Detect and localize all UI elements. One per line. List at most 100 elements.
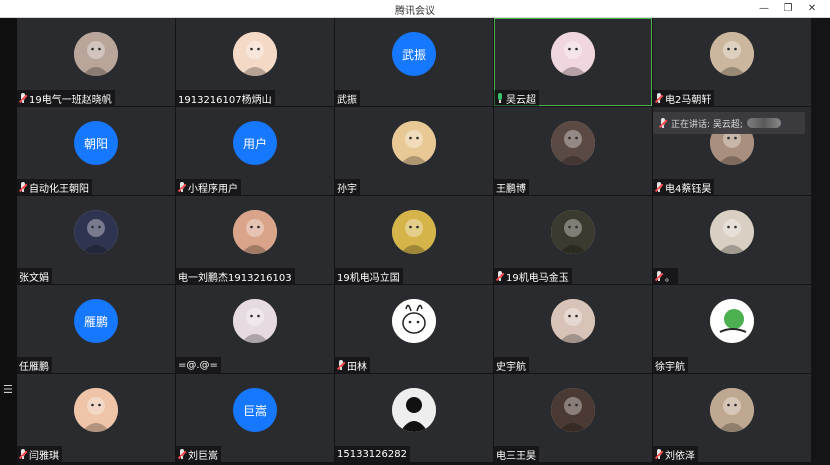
initials-avatar: 巨嵩 <box>233 388 277 432</box>
participant-tile[interactable]: 15133126282 <box>335 374 493 462</box>
participant-name: 小程序用户 <box>188 183 238 195</box>
nameplate: 史宇航 <box>494 357 529 373</box>
close-button[interactable]: ✕ <box>800 1 824 16</box>
participant-tile[interactable]: 用户 小程序用户 <box>176 107 334 195</box>
participant-name: 张文娟 <box>19 272 49 284</box>
participant-name: 徐宇航 <box>655 361 685 373</box>
painting-avatar <box>551 210 595 254</box>
nameplate: 闫雅琪 <box>17 446 62 462</box>
window-title: 腾讯会议 <box>395 6 435 17</box>
mic-muted-icon <box>336 359 346 371</box>
participant-tile[interactable]: 电4蔡钰昊 正在讲话: 吴云超; <box>653 107 811 195</box>
mic-muted-icon <box>177 181 187 193</box>
nameplate: 孙宇 <box>335 179 360 195</box>
nameplate: 武振 <box>335 90 360 106</box>
cartoon-girl-avatar <box>551 32 595 76</box>
participant-name: 19电气一班赵晓帆 <box>29 94 112 106</box>
child-photo-avatar <box>74 388 118 432</box>
participant-tile[interactable]: =@.@= <box>176 285 334 373</box>
mic-muted-icon <box>18 448 28 460</box>
silhouette-avatar <box>392 388 436 432</box>
mic-muted-icon <box>177 448 187 460</box>
speaking-text: 正在讲话: 吴云超; <box>671 119 743 130</box>
rabbit-sketch-avatar <box>392 299 436 343</box>
participant-tile[interactable]: 雁鹏任雁鹏 <box>17 285 175 373</box>
nameplate: 19机电冯立国 <box>335 268 403 284</box>
nameplate: =@.@= <box>176 357 221 373</box>
list-icon[interactable]: ☰ <box>3 384 14 396</box>
participant-tile[interactable]: 闫雅琪 <box>17 374 175 462</box>
participant-tile[interactable]: 徐宇航 <box>653 285 811 373</box>
initials-avatar: 雁鹏 <box>74 299 118 343</box>
participant-tile[interactable]: 孙宇 <box>335 107 493 195</box>
participant-tile[interactable]: 1913216107杨炳山 <box>176 18 334 106</box>
green-ball-avatar <box>710 299 754 343</box>
participant-tile[interactable]: 。 <box>653 196 811 284</box>
anime-avatar <box>710 32 754 76</box>
participant-name: 电一刘鹏杰1913216103 <box>178 272 292 284</box>
nameplate: 徐宇航 <box>653 357 688 373</box>
participant-tile[interactable]: 武振 武振 <box>335 18 493 106</box>
participant-name: 。 <box>665 272 675 284</box>
participant-name: 电2马朝轩 <box>665 94 712 106</box>
participant-name: 田林 <box>347 361 367 373</box>
participant-name: 19机电冯立国 <box>337 272 400 284</box>
participant-tile[interactable]: 刘依泽 <box>653 374 811 462</box>
participant-name: 任雁鹏 <box>19 361 49 373</box>
man-photo-avatar <box>551 388 595 432</box>
participant-name: 1913216107杨炳山 <box>178 94 272 106</box>
sunglasses-avatar <box>551 121 595 165</box>
nameplate: 1913216107杨炳山 <box>176 90 275 106</box>
anime-boy-avatar <box>710 210 754 254</box>
nameplate: 刘依泽 <box>653 446 698 462</box>
participant-name: 武振 <box>337 94 357 106</box>
participant-tile[interactable]: 19机电冯立国 <box>335 196 493 284</box>
restore-button[interactable]: ❐ <box>776 1 800 16</box>
cartoon-face-avatar <box>392 121 436 165</box>
mic-muted-icon <box>654 92 664 104</box>
avatar-text: 雁鹏 <box>83 314 108 329</box>
window-controls: — ❐ ✕ <box>752 1 824 16</box>
participant-tile[interactable]: 张文娟 <box>17 196 175 284</box>
nameplate: 电三王昊 <box>494 446 539 462</box>
nameplate: 19机电马金玉 <box>494 268 572 284</box>
nameplate: 电一刘鹏杰1913216103 <box>176 268 295 284</box>
nameplate: 电4蔡钰昊 <box>653 179 715 195</box>
white-cat-avatar <box>551 299 595 343</box>
nameplate: 张文娟 <box>17 268 52 284</box>
blurred-name <box>746 118 781 128</box>
participant-name: 刘依泽 <box>665 450 695 462</box>
participant-tile[interactable]: 史宇航 <box>494 285 652 373</box>
participant-name: 电三王昊 <box>496 450 536 462</box>
girl-photo-avatar <box>233 210 277 254</box>
title-bar: 腾讯会议 — ❐ ✕ <box>0 0 830 18</box>
participant-tile[interactable]: 19电气一班赵晓帆 <box>17 18 175 106</box>
cat-photo-avatar <box>74 32 118 76</box>
participant-name: 闫雅琪 <box>29 450 59 462</box>
participant-tile[interactable]: 电一刘鹏杰1913216103 <box>176 196 334 284</box>
participant-tile[interactable]: 电三王昊 <box>494 374 652 462</box>
participant-name: 电4蔡钰昊 <box>665 183 712 195</box>
nameplate: 15133126282 <box>335 446 410 462</box>
mic-muted-icon <box>654 181 664 193</box>
participant-name: 19机电马金玉 <box>506 272 569 284</box>
participant-tile[interactable]: 电2马朝轩 <box>653 18 811 106</box>
mic-muted-icon <box>495 270 505 282</box>
mic-on-icon <box>496 92 504 104</box>
participant-tile[interactable]: 吴云超 <box>494 18 652 106</box>
nameplate: 电2马朝轩 <box>653 90 715 106</box>
participant-tile[interactable]: 朝阳自动化王朝阳 <box>17 107 175 195</box>
participant-tile[interactable]: 巨嵩 刘巨嵩 <box>176 374 334 462</box>
participant-name: =@.@= <box>178 359 218 371</box>
participant-tile[interactable]: 王鹏博 <box>494 107 652 195</box>
participant-name: 王鹏博 <box>496 183 526 195</box>
nameplate: 自动化王朝阳 <box>17 179 92 195</box>
participant-tile[interactable]: 19机电马金玉 <box>494 196 652 284</box>
mic-icon <box>658 117 668 129</box>
initials-avatar: 朝阳 <box>74 121 118 165</box>
guy-photo-avatar <box>710 388 754 432</box>
minimize-button[interactable]: — <box>752 1 776 16</box>
participant-tile[interactable]: 田林 <box>335 285 493 373</box>
avatar-text: 朝阳 <box>83 136 108 151</box>
speaking-indicator: 正在讲话: 吴云超; <box>653 112 805 134</box>
